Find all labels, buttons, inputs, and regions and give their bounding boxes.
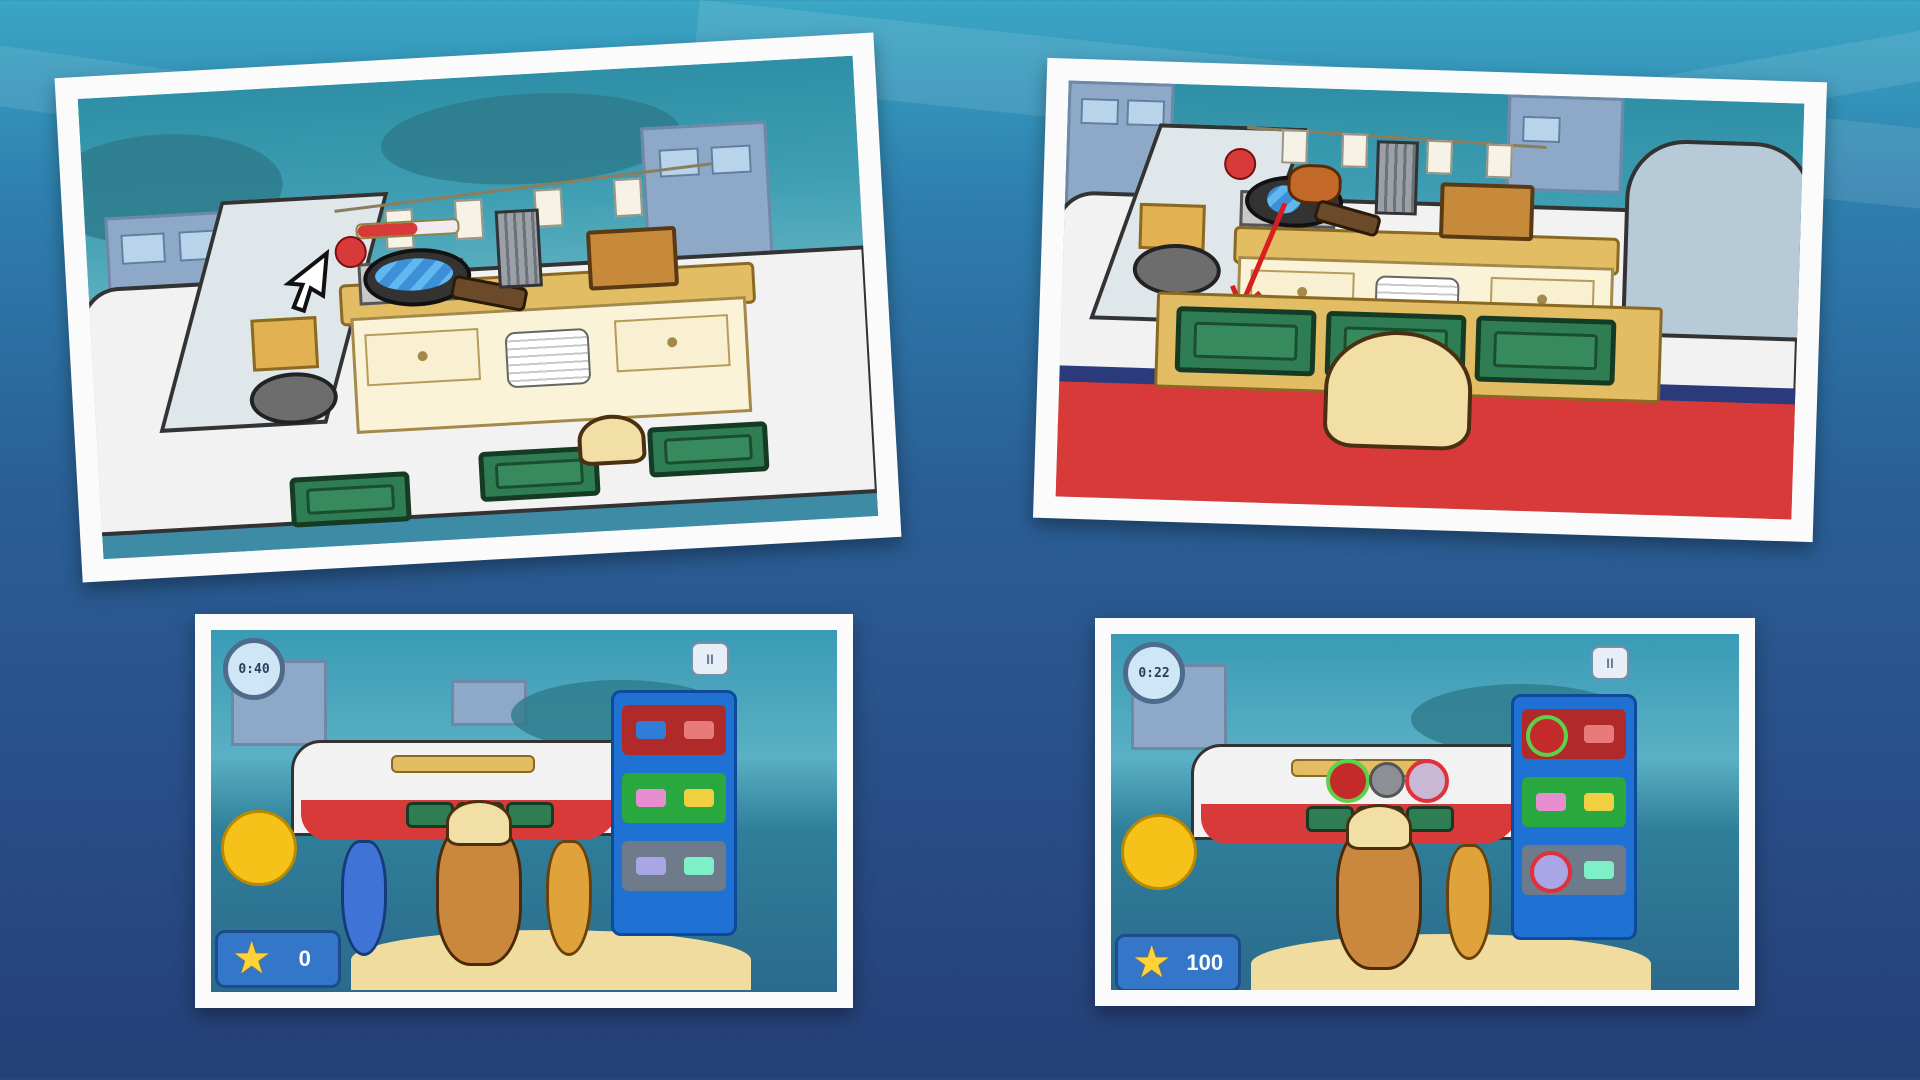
- order-row-red: [622, 705, 726, 755]
- order-item: [1584, 861, 1614, 879]
- pause-button[interactable]: II: [691, 642, 729, 676]
- order-item: [636, 857, 666, 875]
- plate-stack: [504, 327, 592, 389]
- ingredient-rejected-ring[interactable]: [1405, 759, 1449, 803]
- cutting-board[interactable]: [585, 225, 680, 291]
- order-panel: [611, 690, 737, 936]
- serving-tray[interactable]: [289, 471, 412, 528]
- order-row-grey: [1522, 845, 1626, 895]
- timer-clock: 0:22: [1123, 642, 1185, 704]
- serving-tray[interactable]: [1406, 806, 1454, 832]
- order-item: [1584, 725, 1614, 743]
- order-item: [1536, 793, 1566, 811]
- pause-button[interactable]: II: [1591, 646, 1629, 680]
- tray-closeup-scene: [1055, 80, 1805, 520]
- screenshot-stove-closeup: [54, 32, 902, 583]
- order-item: [684, 789, 714, 807]
- order-highlight-ring: [1526, 715, 1568, 757]
- timer-value: 0:40: [238, 661, 270, 677]
- order-row-green: [622, 773, 726, 823]
- seahorse-customer-yellow: [1446, 844, 1492, 960]
- pointer-cursor-icon: [283, 248, 330, 314]
- kitchen-counter: [391, 755, 535, 773]
- hanging-towel: [453, 198, 485, 241]
- star-icon: ★: [1132, 938, 1172, 987]
- order-item: [684, 857, 714, 875]
- chef-hat-character: [1346, 804, 1412, 850]
- ingredient-option[interactable]: [1369, 762, 1405, 798]
- hanging-towel: [1341, 133, 1369, 168]
- order-row-red: [1522, 709, 1626, 759]
- timer-clock: 0:40: [223, 638, 285, 700]
- chef-hat-character: [446, 800, 512, 846]
- pause-icon: II: [706, 651, 714, 667]
- order-item: [636, 721, 666, 739]
- cooking-progress-fill: [357, 222, 418, 238]
- blue-food-cooking: [374, 256, 454, 293]
- pause-icon: II: [1606, 655, 1614, 671]
- order-item: [684, 721, 714, 739]
- yellow-coral: [1121, 814, 1197, 890]
- seahorse-customer-blue: [341, 840, 387, 956]
- ingredient-selected-ring[interactable]: [1326, 759, 1370, 803]
- cabinet-drawer[interactable]: [364, 328, 482, 387]
- order-rejected-ring: [1530, 851, 1572, 893]
- star-icon: ★: [232, 934, 272, 983]
- serving-tray[interactable]: [646, 421, 770, 478]
- cheese-grater[interactable]: [1374, 140, 1419, 216]
- screenshot-tray-closeup: [1032, 57, 1828, 543]
- sand-floor: [1251, 934, 1651, 990]
- kitchen-cabinet: [350, 296, 753, 434]
- hanging-towel: [1425, 139, 1454, 175]
- serving-tray[interactable]: [1174, 306, 1317, 377]
- order-row-green: [1522, 777, 1626, 827]
- serving-tray[interactable]: [1474, 315, 1617, 386]
- order-row-grey: [622, 841, 726, 891]
- cheese-grater[interactable]: [494, 208, 543, 289]
- sand-floor: [351, 930, 751, 990]
- score-value: 100: [1186, 950, 1224, 975]
- order-item: [636, 789, 666, 807]
- score-value: 0: [298, 946, 311, 971]
- seahorse-customer-yellow: [546, 840, 592, 956]
- order-panel: [1511, 694, 1637, 940]
- score-panel: ★ 100: [1115, 934, 1241, 990]
- order-item: [1584, 793, 1614, 811]
- timer-value: 0:22: [1138, 665, 1170, 681]
- stove-closeup-scene: [77, 55, 879, 560]
- score-panel: ★ 0: [215, 930, 341, 988]
- cabinet-drawer[interactable]: [613, 314, 731, 373]
- hanging-towel: [613, 177, 644, 218]
- screenshot-gameplay-2: 0:22 II ★ 100: [1095, 618, 1755, 1006]
- gameplay-2-scene: 0:22 II ★ 100: [1111, 634, 1739, 990]
- serving-tray[interactable]: [506, 802, 554, 828]
- hanging-towel: [1485, 143, 1513, 179]
- screenshot-gameplay-1: 0:40 II ★ 0: [195, 614, 853, 1008]
- cutting-board[interactable]: [1438, 182, 1535, 242]
- yellow-coral: [221, 810, 297, 886]
- cardboard-box: [250, 316, 320, 372]
- hanging-towel: [1281, 129, 1309, 165]
- gameplay-1-scene: 0:40 II ★ 0: [211, 630, 837, 992]
